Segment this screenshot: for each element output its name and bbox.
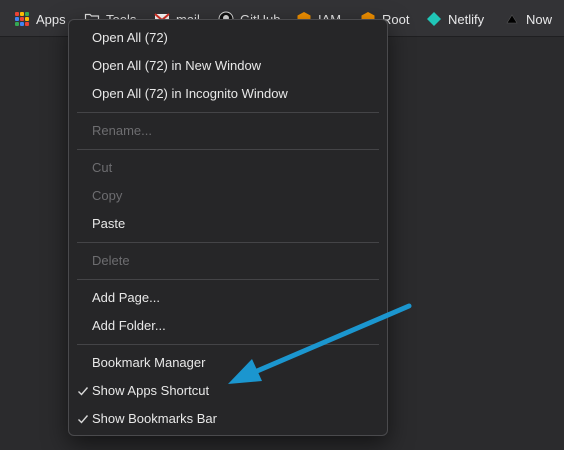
menu-item-show-apps-shortcut[interactable]: Show Apps Shortcut [69, 379, 387, 403]
bookmark-label: Apps [36, 11, 66, 27]
menu-item-bookmark-manager[interactable]: Bookmark Manager [69, 351, 387, 375]
menu-item-rename: Rename... [92, 123, 152, 138]
menu-item-add-page[interactable]: Add Page... [69, 286, 387, 310]
menu-item-label: Show Apps Shortcut [92, 383, 210, 398]
bookmark-label: Netlify [448, 11, 485, 27]
now-icon [504, 11, 520, 27]
checkmark-icon [78, 387, 89, 396]
bookmark-apps[interactable]: Apps [14, 9, 66, 29]
bookmark-netlify[interactable]: Netlify [426, 9, 484, 29]
menu-separator [77, 242, 379, 243]
menu-item-delete: Delete [92, 253, 130, 268]
bookmark-label: Now [526, 11, 553, 27]
menu-item-open-all-new-window[interactable]: Open All (72) in New Window [69, 54, 387, 78]
netlify-icon [426, 11, 442, 27]
menu-item-open-all[interactable]: Open All (72) [69, 26, 387, 50]
menu-item-copy: Copy [92, 188, 123, 203]
bookmark-context-menu: Open All (72) Open All (72) in New Windo… [68, 19, 388, 436]
menu-item-show-bookmarks-bar[interactable]: Show Bookmarks Bar [69, 407, 387, 431]
browser-window: Apps Tools mail GitHub IAM [0, 0, 564, 450]
checkmark-icon [78, 415, 89, 424]
apps-grid-icon [14, 11, 30, 27]
menu-separator [77, 112, 379, 113]
menu-item-open-all-incognito[interactable]: Open All (72) in Incognito Window [69, 82, 387, 106]
menu-item-cut: Cut [92, 160, 113, 175]
menu-separator [77, 149, 379, 150]
menu-item-paste[interactable]: Paste [69, 212, 387, 236]
menu-item-label: Show Bookmarks Bar [92, 411, 217, 426]
menu-separator [77, 279, 379, 280]
menu-separator [77, 344, 379, 345]
bookmark-now[interactable]: Now [504, 9, 552, 29]
menu-item-add-folder[interactable]: Add Folder... [69, 314, 387, 338]
